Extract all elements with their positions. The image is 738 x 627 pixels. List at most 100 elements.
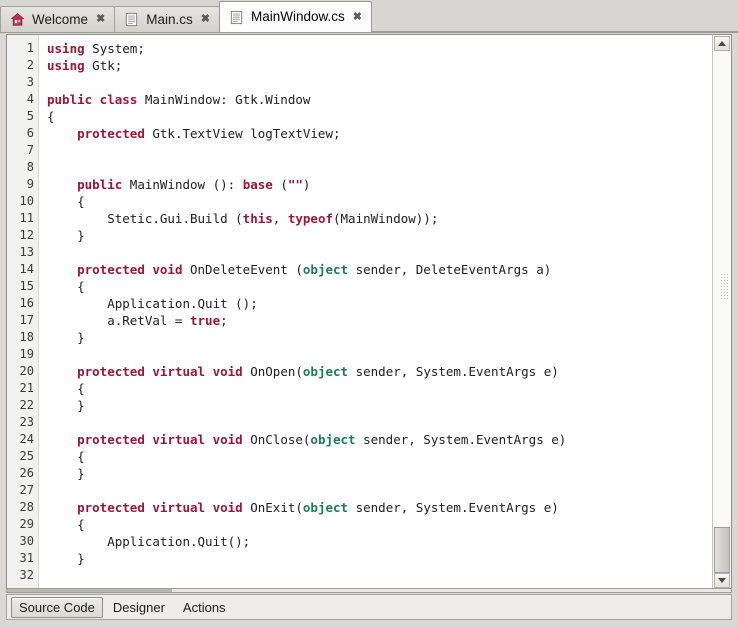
line-number-gutter: 1 2 3 4 5 6 7 8 9 10 11 12 13 14 15 16 17 18 19 20 21 22 23 24 2…: [7, 35, 39, 589]
code-text: OnClose(: [242, 432, 311, 447]
code-line: protected virtual void OnExit(object sen…: [47, 499, 731, 516]
home-icon: [11, 13, 24, 26]
code-keyword: protected virtual void: [77, 432, 243, 447]
code-text: OnDeleteEvent (: [182, 262, 303, 277]
line-number: 28: [19, 500, 34, 514]
close-icon[interactable]: ✖: [352, 11, 363, 23]
code-text: MainWindow ():: [122, 177, 243, 192]
line-number: 14: [19, 262, 34, 276]
document-icon: [124, 12, 139, 27]
document-tab-main-cs[interactable]: Main.cs ✖: [114, 6, 220, 32]
code-text: (: [272, 177, 288, 192]
line-number: 9: [26, 177, 34, 191]
line-number: 27: [19, 483, 34, 497]
code-text: {: [47, 449, 85, 464]
document-tab-welcome[interactable]: Welcome ✖: [0, 6, 116, 32]
view-tab-source-code[interactable]: Source Code: [11, 596, 103, 618]
code-keyword: using: [47, 41, 85, 56]
code-editor-pane[interactable]: 1 2 3 4 5 6 7 8 9 10 11 12 13 14 15 16 17 18 19 20 21 22 23 24 2…: [7, 35, 732, 589]
document-icon: [229, 10, 244, 25]
line-number: 12: [19, 228, 34, 242]
vertical-scrollbar[interactable]: [712, 34, 732, 590]
code-keyword: "": [287, 177, 303, 192]
code-line: Application.Quit();: [47, 533, 731, 550]
close-icon[interactable]: ✖: [200, 14, 211, 25]
code-text: }: [47, 330, 85, 345]
drag-grip-icon[interactable]: [720, 273, 729, 301]
document-tab-label: Main.cs: [146, 11, 193, 27]
code-keyword: base: [242, 177, 273, 192]
line-number: 13: [19, 245, 34, 259]
code-text: sender, System.EventArgs e): [348, 500, 559, 515]
code-keyword: true: [190, 313, 221, 328]
line-number: 4: [26, 92, 34, 106]
home-icon: [10, 12, 25, 27]
code-text: ): [302, 177, 311, 192]
code-type: object: [302, 262, 349, 277]
code-text: a.RetVal =: [47, 313, 190, 328]
code-text: Stetic.Gui.Build (: [47, 211, 243, 226]
line-number: 16: [19, 296, 34, 310]
code-line: public class MainWindow: Gtk.Window: [47, 91, 731, 108]
line-number: 24: [19, 432, 34, 446]
line-number: 32: [19, 568, 34, 582]
code-line: {: [47, 193, 731, 210]
code-line: protected virtual void OnOpen(object sen…: [47, 363, 731, 380]
tab-strip-filler: [371, 5, 738, 32]
line-number: 31: [19, 551, 34, 565]
line-number: 19: [19, 347, 34, 361]
line-number: 30: [19, 534, 34, 548]
code-text: sender, DeleteEventArgs a): [348, 262, 552, 277]
vertical-scrollbar-thumb[interactable]: [714, 527, 730, 573]
line-number: 7: [26, 143, 34, 157]
document-tab-mainwindow-cs[interactable]: MainWindow.cs ✖: [218, 1, 372, 32]
editor-window: Welcome ✖ Main.cs ✖ MainWindow.cs ✖ 123456789…: [0, 0, 738, 627]
code-line: {: [47, 516, 731, 533]
code-line: {: [47, 448, 731, 465]
scroll-up-button[interactable]: [714, 36, 730, 51]
scroll-down-button[interactable]: [714, 573, 730, 588]
document-icon: [230, 10, 243, 24]
code-keyword: public: [77, 177, 123, 192]
view-tab-actions[interactable]: Actions: [175, 597, 234, 618]
line-number: 26: [19, 466, 34, 480]
document-icon: [126, 12, 138, 27]
code-type: object: [302, 364, 349, 379]
line-number: 18: [19, 330, 34, 344]
code-text: }: [47, 466, 85, 481]
code-line: }: [47, 550, 731, 567]
line-number: 3: [26, 75, 34, 89]
line-number: 20: [19, 364, 34, 378]
code-line: }: [47, 227, 731, 244]
view-tab-designer[interactable]: Designer: [105, 597, 173, 618]
line-number: 8: [26, 160, 34, 174]
code-line: }: [47, 465, 731, 482]
source-code-text[interactable]: using System; using Gtk; public class Mai…: [39, 35, 731, 589]
code-text: sender, System.EventArgs e): [355, 432, 567, 447]
code-line: protected virtual void OnClose(object se…: [47, 431, 731, 448]
code-text: {: [47, 279, 85, 294]
code-line: using Gtk;: [47, 57, 731, 74]
view-mode-tab-bar: Source Code Designer Actions: [6, 594, 732, 620]
code-keyword: public class: [47, 92, 138, 107]
horizontal-scrollbar-thumb[interactable]: [7, 589, 172, 592]
code-line: Application.Quit ();: [47, 295, 731, 312]
horizontal-scrollbar[interactable]: [6, 588, 732, 593]
close-icon[interactable]: ✖: [95, 14, 106, 25]
code-text: {: [47, 517, 85, 532]
code-line: protected Gtk.TextView logTextView;: [47, 125, 731, 142]
code-keyword: using: [47, 58, 85, 73]
code-text: }: [47, 551, 85, 566]
code-line: {: [47, 108, 731, 125]
code-text: MainWindow: Gtk.Window: [137, 92, 311, 107]
code-text: Application.Quit ();: [47, 296, 258, 311]
code-text: OnExit(: [242, 500, 303, 515]
